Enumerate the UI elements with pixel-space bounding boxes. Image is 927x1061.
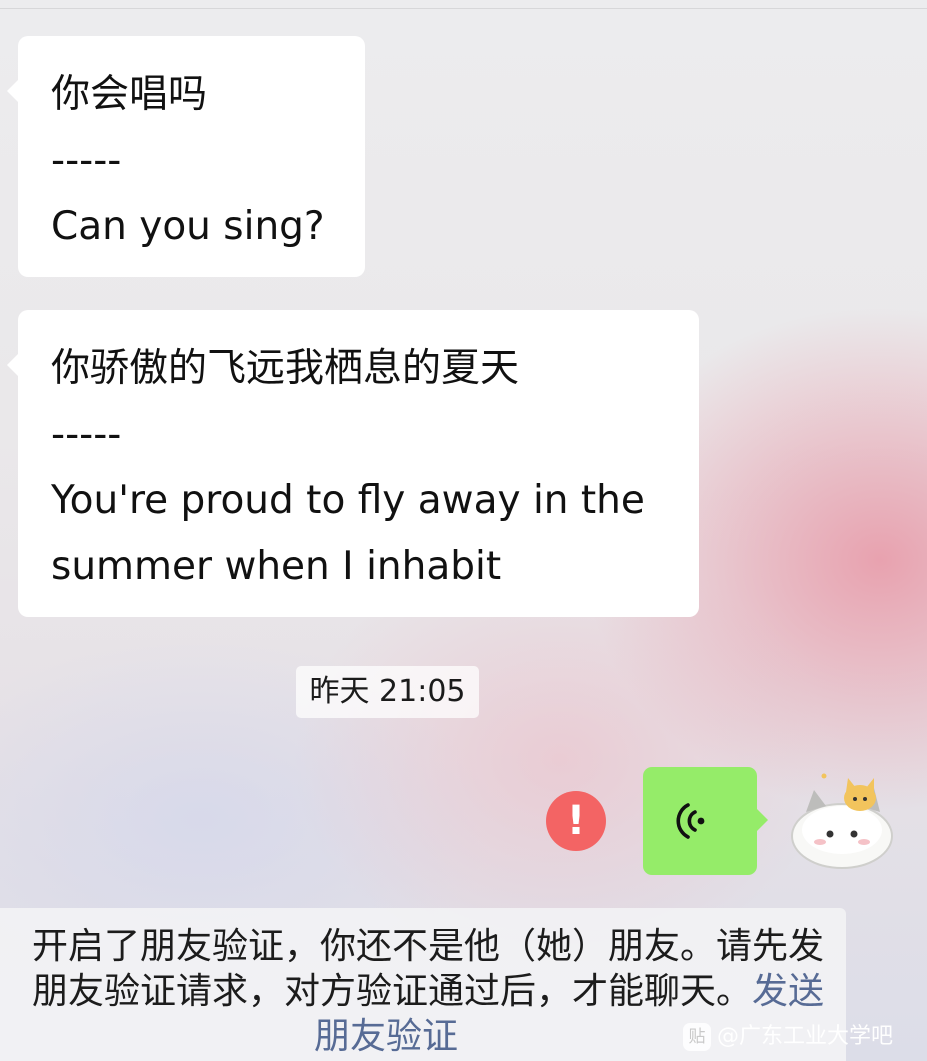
message-text: 你会唱吗 — [51, 72, 208, 117]
message-bubble[interactable]: 你骄傲的飞远我栖息的夏天 ----- You're proud to fly a… — [7, 310, 699, 617]
notice-text: 朋友验证请求，对方验证通过后，才能聊天。 — [31, 971, 752, 1012]
message-text: ----- — [51, 412, 122, 457]
timestamp: 昨天 21:05 — [296, 666, 479, 718]
cat-avatar-icon — [791, 773, 893, 869]
send-verification-link[interactable]: 发送 — [752, 971, 824, 1012]
message-bubble[interactable]: 你会唱吗 ----- Can you sing? — [7, 36, 365, 277]
message-text: You're proud to fly away in the — [51, 478, 645, 523]
message-text: summer when I inhabit — [51, 544, 502, 589]
notice-text: 开启了朋友验证，你还不是他（她）朋友。请先发 — [31, 926, 824, 967]
message-text: Can you sing? — [51, 204, 325, 249]
message-text: ----- — [51, 138, 122, 183]
top-divider — [0, 8, 927, 9]
message-text: 你骄傲的飞远我栖息的夏天 — [51, 346, 520, 391]
tieba-logo-icon: 贴 — [683, 1023, 711, 1051]
send-failed-icon[interactable]: ! — [546, 791, 606, 851]
avatar[interactable] — [784, 768, 902, 872]
notice-text: 朋友验证请求，对方验证通过后，才能聊天。发送 — [32, 969, 824, 1014]
watermark: 贴 @广东工业大学吧 — [683, 1020, 893, 1054]
voice-wave-icon — [676, 803, 705, 839]
send-verification-link[interactable]: 朋友验证 — [314, 1014, 458, 1059]
watermark-text: @广东工业大学吧 — [717, 1024, 894, 1049]
voice-message-bubble[interactable] — [643, 767, 768, 875]
